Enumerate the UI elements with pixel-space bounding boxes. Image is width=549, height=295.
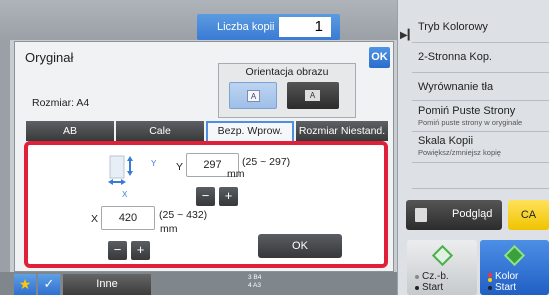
checkmark-icon[interactable]: ✓ — [38, 274, 60, 295]
menu-item-sublabel: Powiększ/zmniejsz kopię — [418, 148, 501, 157]
copies-value-field[interactable]: 1 — [279, 17, 331, 37]
panel-ok-button[interactable]: OK — [258, 234, 342, 258]
left-edge-handle[interactable] — [0, 0, 10, 295]
collapse-arrow-icon[interactable]: ▶▎ — [400, 30, 415, 41]
copies-count-box[interactable]: Liczba kopii 1 — [197, 14, 340, 40]
menu-item-label: Pomiń Puste Strony — [418, 105, 516, 117]
tab-inches[interactable]: Cale — [116, 121, 204, 141]
x-plus-button[interactable]: + — [131, 241, 150, 260]
divider — [412, 42, 549, 43]
color-dot-icon — [488, 286, 492, 290]
preview-icon — [415, 208, 427, 222]
menu-item-background-adjust[interactable]: Wyrównanie tła — [418, 81, 549, 93]
menu-item-label: Tryb Kolorowy — [418, 21, 488, 33]
tab-custom-size[interactable]: Rozmiar Niestand. — [296, 121, 388, 141]
tab-ab[interactable]: AB — [26, 121, 114, 141]
x-value-field[interactable]: 420 — [101, 206, 155, 230]
bw-dot-icon — [415, 275, 419, 279]
portrait-page-icon: A — [247, 90, 260, 102]
menu-item-color-mode[interactable]: Tryb Kolorowy — [418, 21, 549, 33]
orientation-label: Orientacja obrazu — [245, 66, 329, 78]
menu-item-label: 2-Stronna Kop. — [418, 51, 492, 63]
menu-item-label: Wyrównanie tła — [418, 81, 494, 93]
menu-item-duplex-copy[interactable]: 2-Stronna Kop. — [418, 51, 549, 63]
start-diamond-icon — [503, 244, 526, 267]
divider — [412, 131, 549, 132]
start-diamond-icon — [431, 244, 454, 267]
orientation-landscape-button[interactable]: A — [287, 82, 339, 109]
copies-label: Liczba kopii — [217, 21, 275, 33]
icon-x-label: X — [122, 190, 128, 199]
y-plus-button[interactable]: + — [219, 187, 238, 206]
landscape-page-icon: A — [305, 90, 320, 101]
color-dot-icon — [488, 273, 492, 277]
orientation-portrait-button[interactable]: A — [229, 82, 277, 109]
menu-item-label: Skala Kopii — [418, 135, 474, 147]
divider — [412, 72, 549, 73]
divider — [412, 188, 549, 189]
y-label: Y — [176, 161, 184, 173]
menu-item-skip-blank-pages[interactable]: Pomiń Puste Strony Pomiń puste strony w … — [418, 105, 549, 127]
start-color-button[interactable]: Kolor Start — [480, 240, 549, 295]
favorite-star-icon[interactable]: ★ — [14, 274, 36, 295]
menu-item-copy-ratio[interactable]: Skala Kopii Powiększ/zmniejsz kopię — [418, 135, 549, 157]
tray-row: 3 B4 — [248, 274, 262, 281]
dialog-ok-button[interactable]: OK — [369, 47, 390, 68]
size-label: Rozmiar: A4 — [32, 97, 90, 109]
clear-all-button[interactable]: CA — [508, 200, 549, 230]
icon-y-label: Y — [151, 159, 157, 168]
preview-label: Podgląd — [452, 208, 493, 220]
bw-dot-icon — [415, 286, 419, 290]
y-range: (25 ~ 297) — [242, 156, 291, 168]
color-dot-icon — [488, 278, 492, 282]
x-range: (25 ~ 432) — [159, 209, 208, 221]
tray-info: 3 B4 4 A3 — [248, 274, 288, 295]
tab-direct-entry[interactable]: Bezp. Wprow. — [206, 121, 294, 141]
paper-size-icon — [108, 155, 133, 185]
start-bw-label: Cz.-b. — [422, 271, 449, 282]
start-color-label: Kolor — [495, 271, 519, 282]
x-minus-button[interactable]: − — [108, 241, 127, 260]
start-bw-sub: Start — [422, 282, 444, 293]
other-button[interactable]: Inne — [63, 274, 151, 295]
tray-row: 4 A3 — [248, 282, 262, 289]
start-bw-button[interactable]: Cz.-b. Start — [407, 240, 477, 295]
dialog-title: Oryginał — [25, 50, 74, 65]
menu-item-sublabel: Pomiń puste strony w oryginale — [418, 118, 523, 127]
preview-button[interactable]: Podgląd — [406, 200, 502, 230]
divider — [412, 100, 549, 101]
x-unit: mm — [160, 223, 178, 235]
y-minus-button[interactable]: − — [196, 187, 215, 206]
x-label: X — [91, 213, 99, 225]
y-unit: mm — [227, 168, 245, 180]
start-color-sub: Start — [495, 282, 517, 293]
divider — [412, 162, 549, 163]
